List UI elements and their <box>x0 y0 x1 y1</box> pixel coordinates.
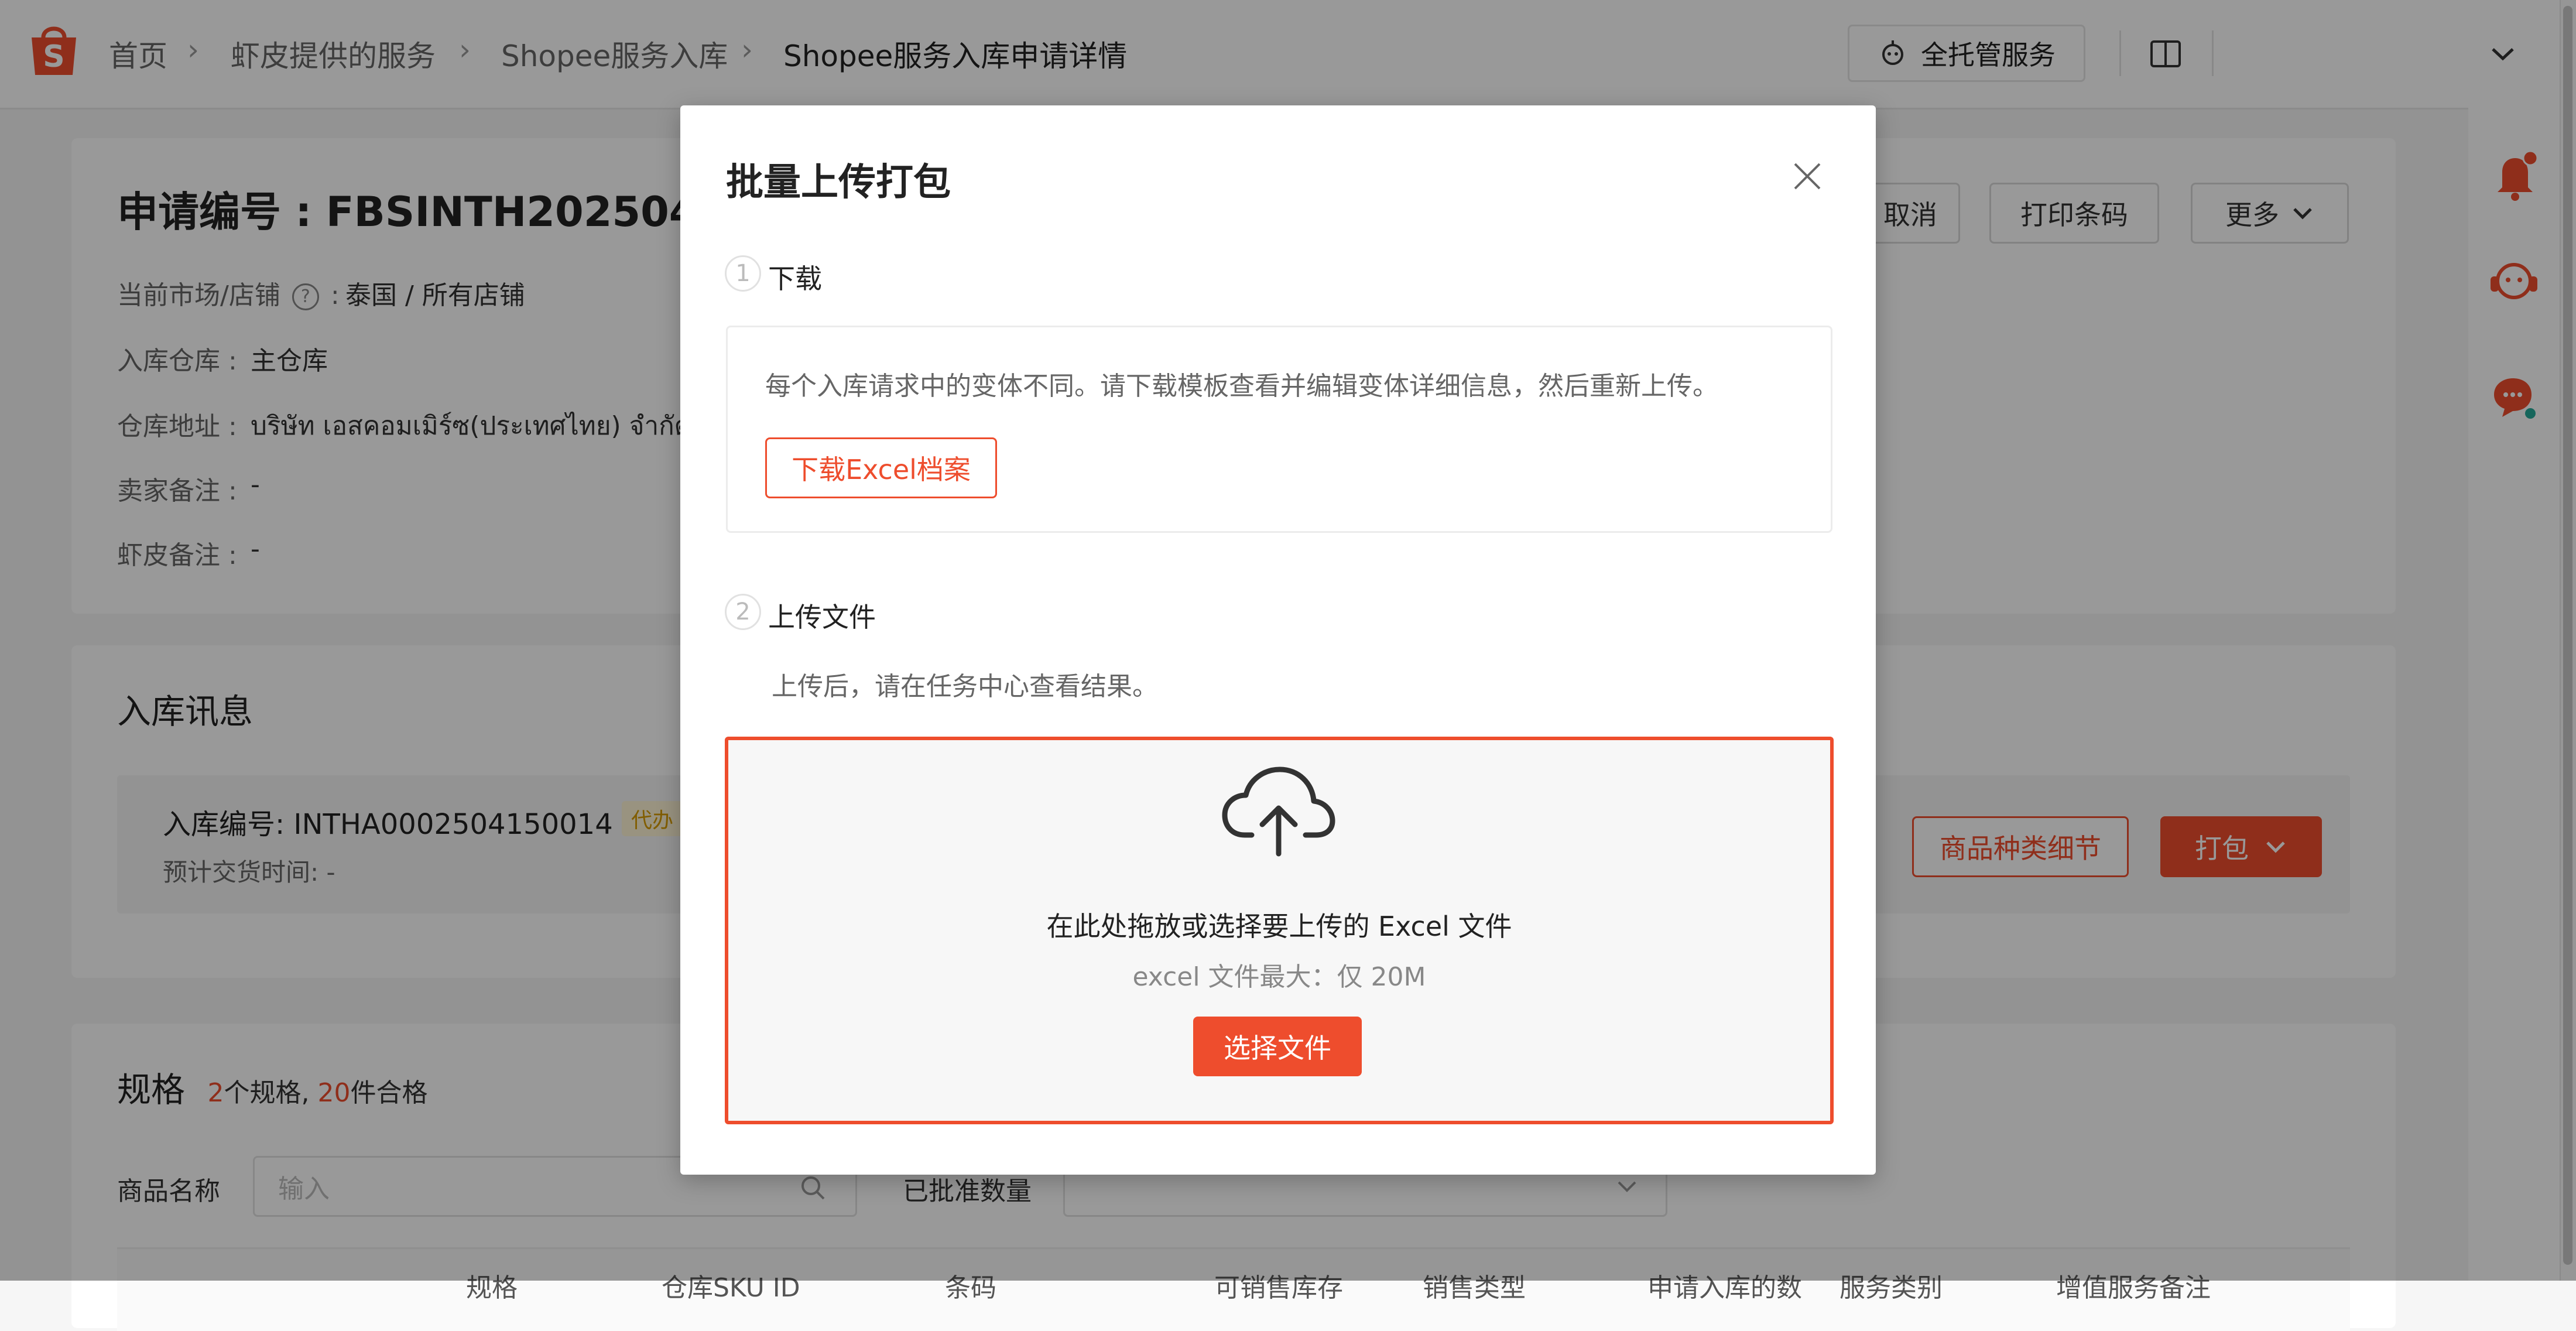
upload-description: 上传后，请在任务中心查看结果。 <box>772 672 1158 702</box>
close-icon[interactable] <box>1790 159 1824 193</box>
select-file-label: 选择文件 <box>1224 1032 1331 1064</box>
download-description: 每个入库请求中的变体不同。请下载模板查看并编辑变体详细信息，然后重新上传。 <box>765 371 1718 401</box>
file-dropzone[interactable]: 在此处拖放或选择要上传的 Excel 文件 excel 文件最大：仅 20M 选… <box>725 737 1834 1124</box>
step-1-title: 下载 <box>768 263 822 295</box>
download-excel-label: 下载Excel档案 <box>792 454 971 485</box>
step-1-indicator: 1 <box>725 255 761 292</box>
dropzone-title: 在此处拖放或选择要上传的 Excel 文件 <box>1046 911 1512 942</box>
dropzone-hint: excel 文件最大：仅 20M <box>1132 962 1426 992</box>
select-file-button[interactable]: 选择文件 <box>1193 1017 1362 1076</box>
step-2-title: 上传文件 <box>768 601 876 633</box>
cloud-upload-icon <box>1222 767 1335 857</box>
batch-upload-modal: 批量上传打包 1 下载 每个入库请求中的变体不同。请下载模板查看并编辑变体详细信… <box>680 105 1876 1175</box>
step-2-indicator: 2 <box>725 594 761 630</box>
download-section: 每个入库请求中的变体不同。请下载模板查看并编辑变体详细信息，然后重新上传。 下载… <box>726 326 1832 533</box>
download-excel-button[interactable]: 下载Excel档案 <box>765 437 997 498</box>
modal-title: 批量上传打包 <box>726 161 951 204</box>
